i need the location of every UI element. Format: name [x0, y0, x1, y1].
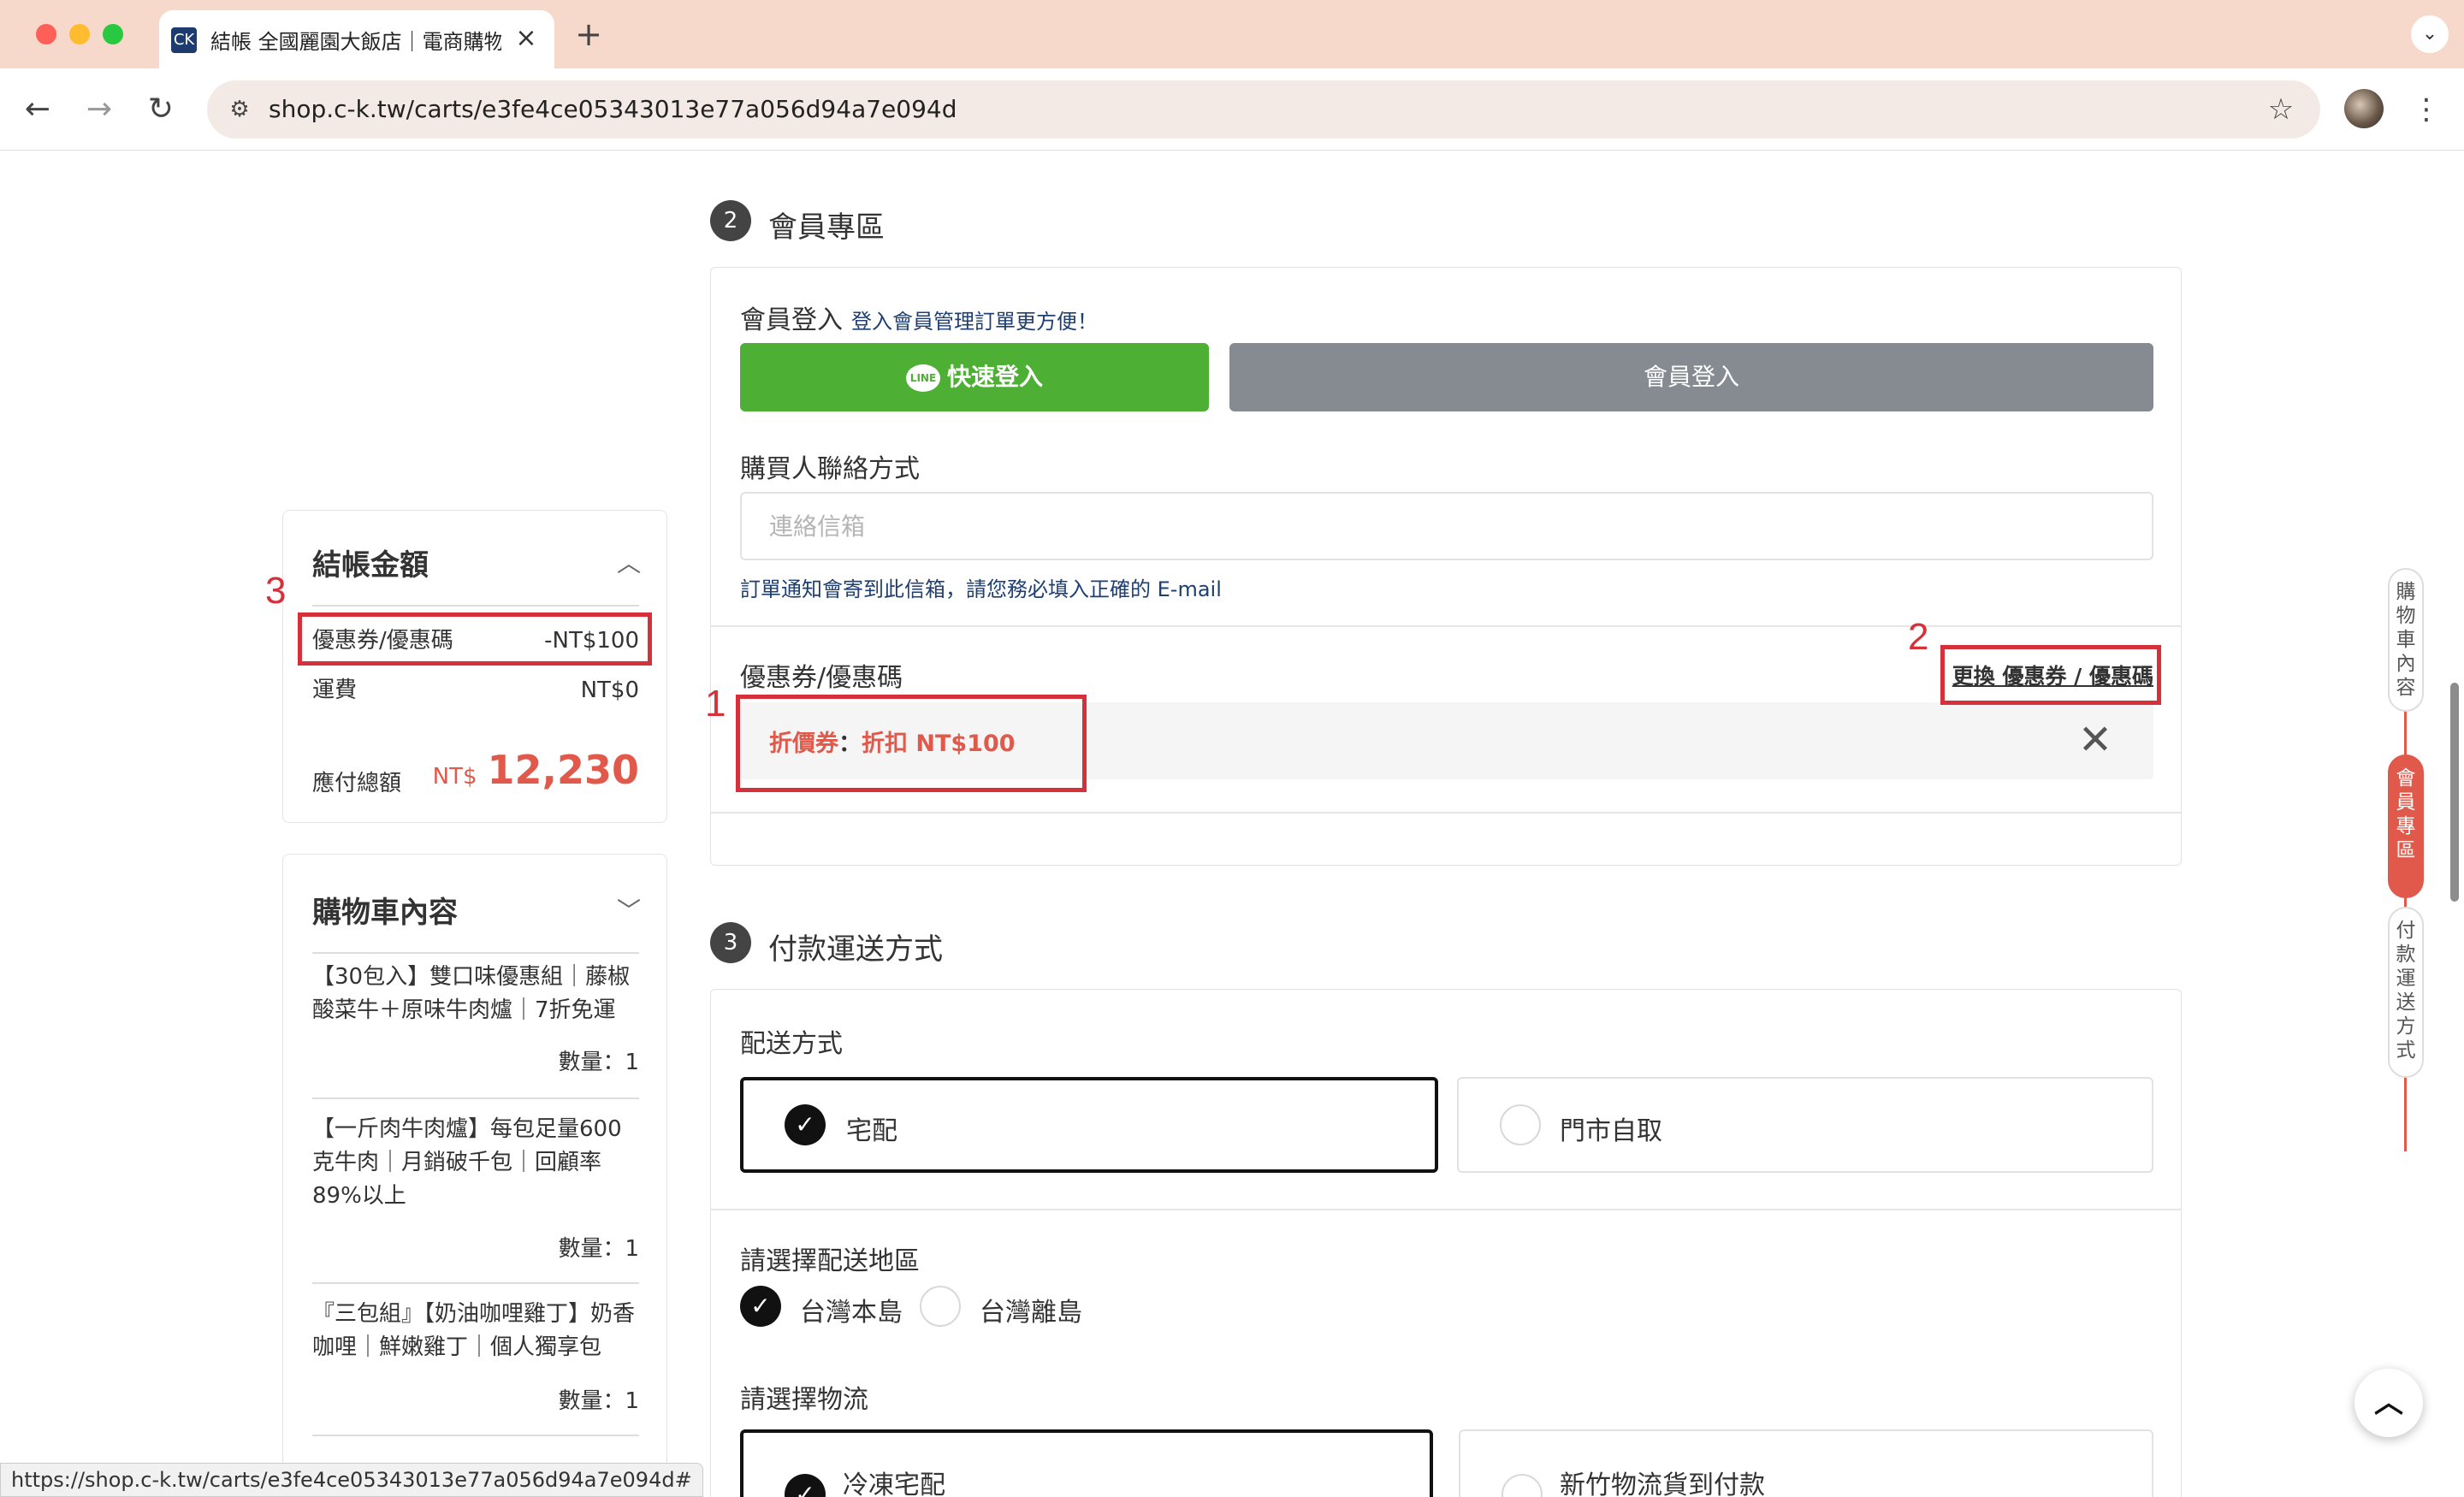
delivery-option-home[interactable]: ✓ 宅配: [740, 1077, 1438, 1173]
cart-item-name: 【一斤肉牛肉爐】每包足量600克牛肉｜月銷破千包｜回顧率89%以上: [312, 1116, 622, 1209]
email-input[interactable]: [740, 492, 2153, 560]
browser-tab[interactable]: CK 結帳 全國麗園大飯店｜電商購物 ×: [159, 10, 554, 68]
stepper-payment[interactable]: 付款運送方式: [2388, 907, 2424, 1078]
annotation-box-3: [298, 612, 652, 666]
option-label: 冷凍宅配: [843, 1470, 945, 1497]
cart-item-qty: 數量：1: [558, 1388, 639, 1414]
divider: [711, 625, 2181, 627]
chevron-up-icon[interactable]: ︿: [617, 545, 641, 579]
minimize-window-button[interactable]: [69, 24, 90, 44]
checkmark-icon: ✓: [785, 1104, 826, 1145]
member-login-button[interactable]: 會員登入: [1229, 343, 2153, 411]
member-login-label: 會員登入 登入會員管理訂單更方便！: [740, 299, 1098, 336]
browser-toolbar: ← → ↻ ⚙ shop.c-k.tw/carts/e3fe4ce0534301…: [0, 68, 2464, 151]
total-number: 12,230: [487, 747, 639, 793]
tab-close-icon[interactable]: ×: [512, 24, 541, 53]
summary-title: 結帳金額: [312, 548, 429, 583]
option-label: 新竹物流貨到付款: [1560, 1470, 1765, 1497]
summary-shipping-row: 運費 NT$0: [312, 675, 639, 706]
radio-circle-icon: [1500, 1104, 1541, 1145]
chevron-down-icon[interactable]: ﹀: [617, 892, 641, 926]
annotation-box-1: [736, 695, 1087, 792]
contact-label: 購買人聯絡方式: [740, 454, 920, 484]
back-to-top-chevron-icon[interactable]: ︿: [2354, 1369, 2423, 1437]
site-settings-icon[interactable]: ⚙: [224, 94, 255, 125]
annotation-box-2: [1940, 645, 2161, 705]
maximize-window-button[interactable]: [103, 24, 123, 44]
bookmark-star-icon[interactable]: ☆: [2264, 92, 2298, 127]
payment-card: 配送方式 ✓ 宅配 門市自取 請選擇配送地區 ✓ 台灣本島 台灣離島 請選擇物流…: [710, 989, 2182, 1497]
annotation-number-3: 3: [265, 570, 287, 612]
divider: [312, 1098, 639, 1099]
divider: [312, 1435, 639, 1436]
site-favicon-icon: CK: [171, 27, 197, 53]
radio-circle-icon: [920, 1286, 961, 1327]
address-bar[interactable]: ⚙ shop.c-k.tw/carts/e3fe4ce05343013e77a0…: [207, 80, 2320, 139]
checkmark-icon: ✓: [740, 1286, 781, 1327]
cart-contents-card: 購物車內容 ﹀ 【30包入】雙口味優惠組｜藤椒酸菜牛＋原味牛肉爐｜7折免運 數量…: [282, 854, 667, 1497]
shipping-label: 運費: [312, 677, 358, 703]
line-quick-login-button[interactable]: LINE 快速登入: [740, 343, 1209, 411]
tab-search-chevron-icon[interactable]: ⌄: [2411, 15, 2449, 53]
total-currency: NT$: [432, 764, 477, 790]
cart-item-qty: 數量：1: [558, 1050, 639, 1075]
email-note: 訂單通知會寄到此信箱，請您務必填入正確的 E-mail: [740, 577, 1222, 601]
region-label: 請選擇配送地區: [740, 1246, 920, 1276]
shipping-value: NT$0: [580, 677, 639, 703]
stepper-cart[interactable]: 購物車內容: [2388, 568, 2424, 712]
login-label: 會員登入: [740, 305, 843, 335]
total-label: 應付總額: [312, 771, 402, 796]
tab-strip: CK 結帳 全國麗園大飯店｜電商購物 × + ⌄: [0, 0, 2464, 68]
checkmark-icon: ✓: [785, 1474, 826, 1497]
divider: [711, 812, 2181, 814]
tab-title: 結帳 全國麗園大飯店｜電商購物: [210, 30, 501, 54]
remove-coupon-close-icon[interactable]: ✕: [2071, 716, 2119, 764]
cart-item-qty: 數量：1: [558, 1236, 639, 1262]
annotation-number-1: 1: [705, 683, 726, 725]
url-text[interactable]: shop.c-k.tw/carts/e3fe4ce05343013e77a056…: [269, 94, 957, 125]
annotation-number-2: 2: [1908, 616, 1929, 658]
checkout-summary-card: 結帳金額 ︿ 優惠券/優惠碼 -NT$100 運費 NT$0 應付總額 NT$ 1…: [282, 510, 667, 823]
line-button-label: 快速登入: [946, 363, 1043, 391]
browser-menu-icon[interactable]: ⋮: [2409, 87, 2443, 132]
checkout-page: 結帳金額 ︿ 優惠券/優惠碼 -NT$100 運費 NT$0 應付總額 NT$ 1…: [0, 151, 2464, 1497]
divider: [312, 605, 639, 606]
cart-title: 購物車內容: [312, 896, 458, 930]
option-label: 宅配: [846, 1116, 897, 1146]
status-bar-url: https://shop.c-k.tw/carts/e3fe4ce0534301…: [0, 1463, 703, 1497]
section-number: 2: [710, 200, 751, 241]
divider: [711, 1209, 2181, 1210]
section-number: 3: [710, 922, 751, 963]
total-amount: NT$ 12,230: [433, 747, 639, 793]
section-title: 會員專區: [768, 210, 885, 245]
cart-item-name: 『三包組』【奶油咖哩雞丁】奶香咖哩｜鮮嫩雞丁｜個人獨享包: [312, 1301, 636, 1360]
new-tab-plus-icon[interactable]: +: [572, 15, 606, 53]
logistics-option-frozen[interactable]: ✓ 冷凍宅配: [740, 1429, 1433, 1497]
section-title: 付款運送方式: [768, 932, 943, 967]
logistics-option-cod[interactable]: 新竹物流貨到付款: [1459, 1429, 2153, 1497]
delivery-option-pickup[interactable]: 門市自取: [1457, 1077, 2153, 1173]
line-icon: LINE: [905, 364, 940, 392]
profile-avatar[interactable]: [2344, 89, 2384, 128]
close-window-button[interactable]: [36, 24, 56, 44]
page-scrollbar[interactable]: [2450, 683, 2459, 902]
login-hint: 登入會員管理訂單更方便！: [851, 310, 1098, 334]
logistics-label: 請選擇物流: [740, 1385, 868, 1415]
stepper-member[interactable]: 會員專區: [2388, 754, 2424, 898]
option-label: 台灣本島: [800, 1298, 903, 1328]
cart-item-name: 【30包入】雙口味優惠組｜藤椒酸菜牛＋原味牛肉爐｜7折免運: [312, 964, 631, 1023]
delivery-label: 配送方式: [740, 1029, 843, 1059]
divider: [312, 952, 639, 954]
option-label: 門市自取: [1560, 1116, 1662, 1146]
back-arrow-icon[interactable]: ←: [15, 87, 60, 132]
option-label: 台灣離島: [980, 1298, 1082, 1328]
coupon-label: 優惠券/優惠碼: [740, 663, 903, 693]
radio-circle-icon: [1502, 1474, 1543, 1497]
reload-icon[interactable]: ↻: [139, 87, 183, 132]
forward-arrow-icon[interactable]: →: [77, 87, 121, 132]
divider: [312, 1282, 639, 1284]
